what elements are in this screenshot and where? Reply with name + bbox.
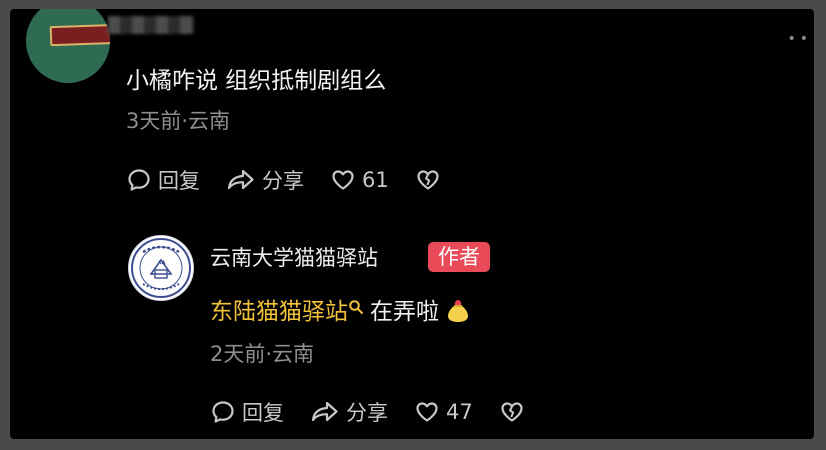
author-name[interactable]: 云南大学猫猫驿站 [210, 242, 378, 272]
comment-meta: 3天前·云南 [126, 109, 231, 133]
share-label: 分享 [346, 401, 388, 425]
search-icon [349, 300, 363, 314]
comment-thread-panel: •• 小橘咋说 组织抵制剧组么 3天前·云南 回复 分享 61 云南大学猫猫驿站… [10, 9, 814, 439]
reply-meta: 2天前·云南 [210, 342, 315, 366]
avatar-sign-graphic [49, 23, 110, 47]
reply-button[interactable]: 回复 [210, 397, 284, 427]
reply-actions: 回复 分享 47 [210, 397, 557, 427]
dislike-button[interactable] [415, 167, 447, 193]
author-badge: 作者 [428, 242, 490, 272]
reply-text: 东陆猫猫驿站 在弄啦 [210, 292, 469, 326]
share-button[interactable]: 分享 [226, 165, 304, 195]
like-button[interactable]: 47 [414, 399, 473, 425]
dislike-button[interactable] [499, 399, 531, 425]
like-button[interactable]: 61 [330, 167, 389, 193]
topic-link[interactable]: 东陆猫猫驿站 [210, 299, 348, 325]
reply-label: 回复 [158, 169, 200, 193]
more-options-icon[interactable]: •• [787, 31, 812, 47]
broken-heart-icon [417, 170, 439, 190]
heart-icon [332, 170, 354, 190]
broken-heart-icon [501, 402, 523, 422]
share-button[interactable]: 分享 [310, 397, 388, 427]
share-label: 分享 [262, 169, 304, 193]
reply-button[interactable]: 回复 [126, 165, 200, 195]
reply-text-body: 在弄啦 [370, 299, 439, 325]
heart-icon [416, 402, 438, 422]
like-count: 47 [446, 400, 473, 424]
like-count: 61 [362, 168, 389, 192]
comment-bubble-icon [212, 401, 234, 423]
station-logo-icon [131, 238, 191, 298]
comment-actions: 回复 分享 61 [126, 165, 473, 195]
share-arrow-icon [227, 169, 254, 190]
blurred-username [108, 16, 194, 34]
comment-text: 小橘咋说 组织抵制剧组么 [126, 68, 387, 94]
commenter-avatar[interactable] [26, 9, 110, 83]
share-arrow-icon [311, 401, 338, 422]
comment-bubble-icon [128, 169, 150, 191]
author-avatar[interactable] [128, 235, 194, 301]
reply-label: 回复 [242, 401, 284, 425]
lucky-bag-emoji [448, 300, 468, 322]
